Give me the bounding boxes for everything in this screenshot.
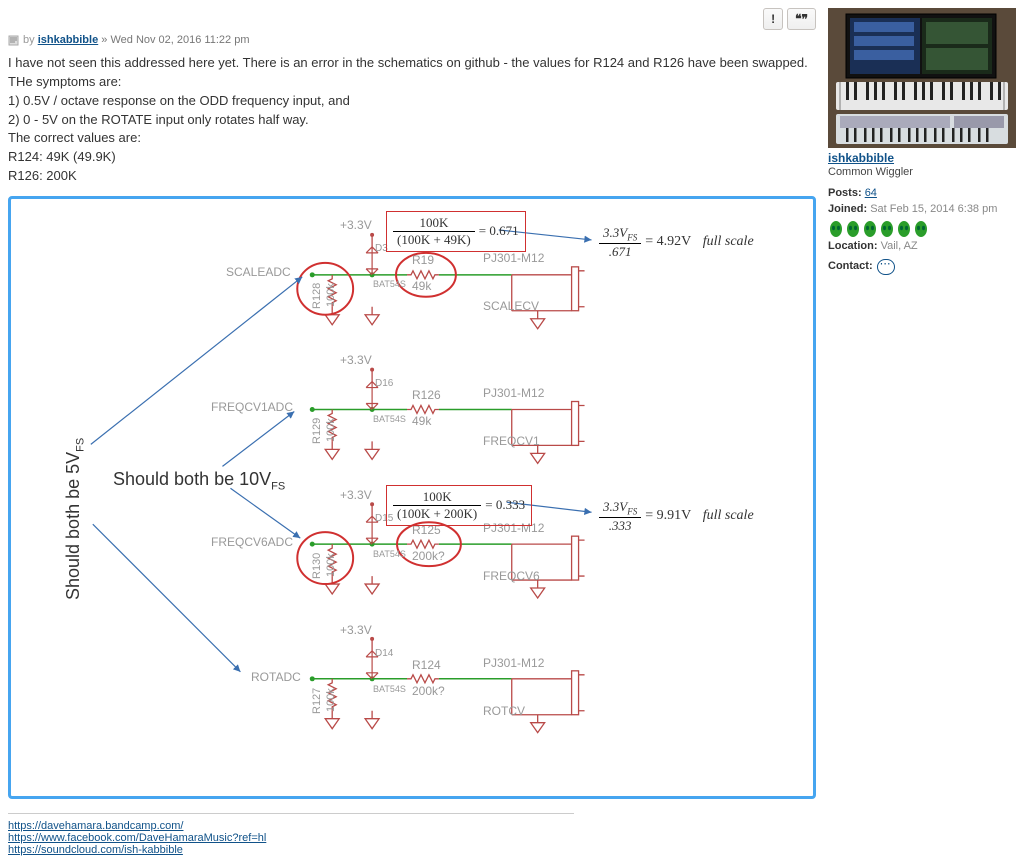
alien-icon bbox=[879, 220, 895, 239]
location-value: Vail, AZ bbox=[881, 240, 918, 252]
post-actions: ! ❝❞ bbox=[8, 8, 816, 30]
attachment-image[interactable]: +3.3V SCALEADC R128 100k D3 BAT54S R19 4… bbox=[8, 196, 816, 799]
freqcv6adc: FREQCV6ADC bbox=[211, 535, 293, 549]
d16: D16 bbox=[375, 378, 393, 389]
signature: https://davehamara.bandcamp.com/ https:/… bbox=[8, 813, 574, 856]
user-stats: Posts: 64 Joined: Sat Feb 15, 2014 6:38 … bbox=[828, 186, 1016, 275]
post-icon[interactable] bbox=[8, 35, 19, 46]
bat1: BAT54S bbox=[373, 279, 406, 289]
r128: R128 bbox=[311, 283, 323, 309]
body-line: R124: 49K (49.9K) bbox=[8, 148, 816, 167]
fs-eq-2: 3.3VFS.333 = 9.91V full scale bbox=[599, 499, 754, 534]
joined-label: Joined: bbox=[828, 203, 867, 215]
r126v: 49k bbox=[412, 414, 431, 428]
author-link[interactable]: ishkabbible bbox=[38, 34, 99, 46]
body-line: I have not seen this addressed here yet.… bbox=[8, 54, 816, 92]
alien-icon bbox=[913, 220, 929, 239]
rank-icons bbox=[828, 220, 1016, 239]
quote-button[interactable]: ❝❞ bbox=[787, 8, 816, 30]
sig-link[interactable]: https://davehamara.bandcamp.com/ bbox=[8, 820, 183, 832]
v33: +3.3V bbox=[340, 218, 372, 232]
pm-icon[interactable] bbox=[877, 259, 895, 275]
rotadc: ROTADC bbox=[251, 670, 301, 684]
r125v: 200k? bbox=[412, 549, 445, 563]
r130v: 100k bbox=[325, 553, 337, 577]
freqcv6: FREQCV6 bbox=[483, 569, 540, 583]
alien-icon bbox=[862, 220, 878, 239]
alien-icon bbox=[845, 220, 861, 239]
r129v: 100k bbox=[325, 418, 337, 442]
post-main: ! ❝❞ by ishkabbible » Wed Nov 02, 2016 1… bbox=[8, 8, 816, 856]
r124: R124 bbox=[412, 658, 441, 672]
username-link[interactable]: ishkabbible bbox=[828, 151, 1016, 165]
v33-3: +3.3V bbox=[340, 488, 372, 502]
avatar[interactable] bbox=[828, 8, 1016, 148]
d14: D14 bbox=[375, 648, 393, 659]
body-line: 1) 0.5V / octave response on the ODD fre… bbox=[8, 92, 816, 111]
user-rank: Common Wiggler bbox=[828, 166, 1016, 178]
sig-link[interactable]: https://www.facebook.com/DaveHamaraMusic… bbox=[8, 832, 266, 844]
r130: R130 bbox=[311, 553, 323, 579]
r129: R129 bbox=[311, 418, 323, 444]
freqcv1adc: FREQCV1ADC bbox=[211, 400, 293, 414]
contact-label: Contact: bbox=[828, 259, 873, 275]
body-line: R126: 200K bbox=[8, 167, 816, 186]
rotcv: ROTCV bbox=[483, 704, 525, 718]
r126: R126 bbox=[412, 388, 441, 402]
location-label: Location: bbox=[828, 240, 878, 252]
joined-date: Sat Feb 15, 2014 6:38 pm bbox=[870, 203, 997, 215]
posts-label: Posts: bbox=[828, 187, 862, 199]
bat4: BAT54S bbox=[373, 684, 406, 694]
post-date: Wed Nov 02, 2016 11:22 pm bbox=[110, 34, 249, 46]
r127v: 100k bbox=[325, 688, 337, 712]
report-button[interactable]: ! bbox=[763, 8, 783, 30]
freqcv1: FREQCV1 bbox=[483, 434, 540, 448]
meta-sep: » bbox=[101, 34, 107, 46]
post-meta: by ishkabbible » Wed Nov 02, 2016 11:22 … bbox=[8, 34, 816, 46]
post-body: I have not seen this addressed here yet.… bbox=[8, 54, 816, 186]
r19v: 49k bbox=[412, 279, 431, 293]
pj1: PJ301-M12 bbox=[483, 251, 544, 265]
posts-count[interactable]: 64 bbox=[865, 187, 877, 199]
bat2: BAT54S bbox=[373, 414, 406, 424]
pj4: PJ301-M12 bbox=[483, 656, 544, 670]
eq-box-2: 100K(100K + 200K) = 0.333 bbox=[386, 485, 532, 526]
schematic-diagram: +3.3V SCALEADC R128 100k D3 BAT54S R19 4… bbox=[13, 205, 811, 790]
eq-box-1: 100K(100K + 49K) = 0.671 bbox=[386, 211, 526, 252]
by-label: by bbox=[23, 34, 35, 46]
mid-label: Should both be 10VFS bbox=[113, 469, 285, 493]
alien-icon bbox=[828, 220, 844, 239]
scaleadc-label: SCALEADC bbox=[226, 265, 291, 279]
r128v: 100k bbox=[325, 283, 337, 307]
r124v: 200k? bbox=[412, 684, 445, 698]
body-line: 2) 0 - 5V on the ROTATE input only rotat… bbox=[8, 111, 816, 130]
sig-link[interactable]: https://soundcloud.com/ish-kabbible bbox=[8, 844, 183, 856]
left-label: Should both be 5VFS bbox=[63, 438, 87, 600]
r127: R127 bbox=[311, 688, 323, 714]
bat3: BAT54S bbox=[373, 549, 406, 559]
scalecv: SCALECV bbox=[483, 299, 539, 313]
v33-4: +3.3V bbox=[340, 623, 372, 637]
body-line: The correct values are: bbox=[8, 129, 816, 148]
pj2: PJ301-M12 bbox=[483, 386, 544, 400]
v33-2: +3.3V bbox=[340, 353, 372, 367]
alien-icon bbox=[896, 220, 912, 239]
r19: R19 bbox=[412, 253, 434, 267]
profile-panel: ishkabbible Common Wiggler Posts: 64 Joi… bbox=[828, 8, 1016, 856]
fs-eq-1: 3.3VFS.671 = 4.92V full scale bbox=[599, 225, 754, 260]
